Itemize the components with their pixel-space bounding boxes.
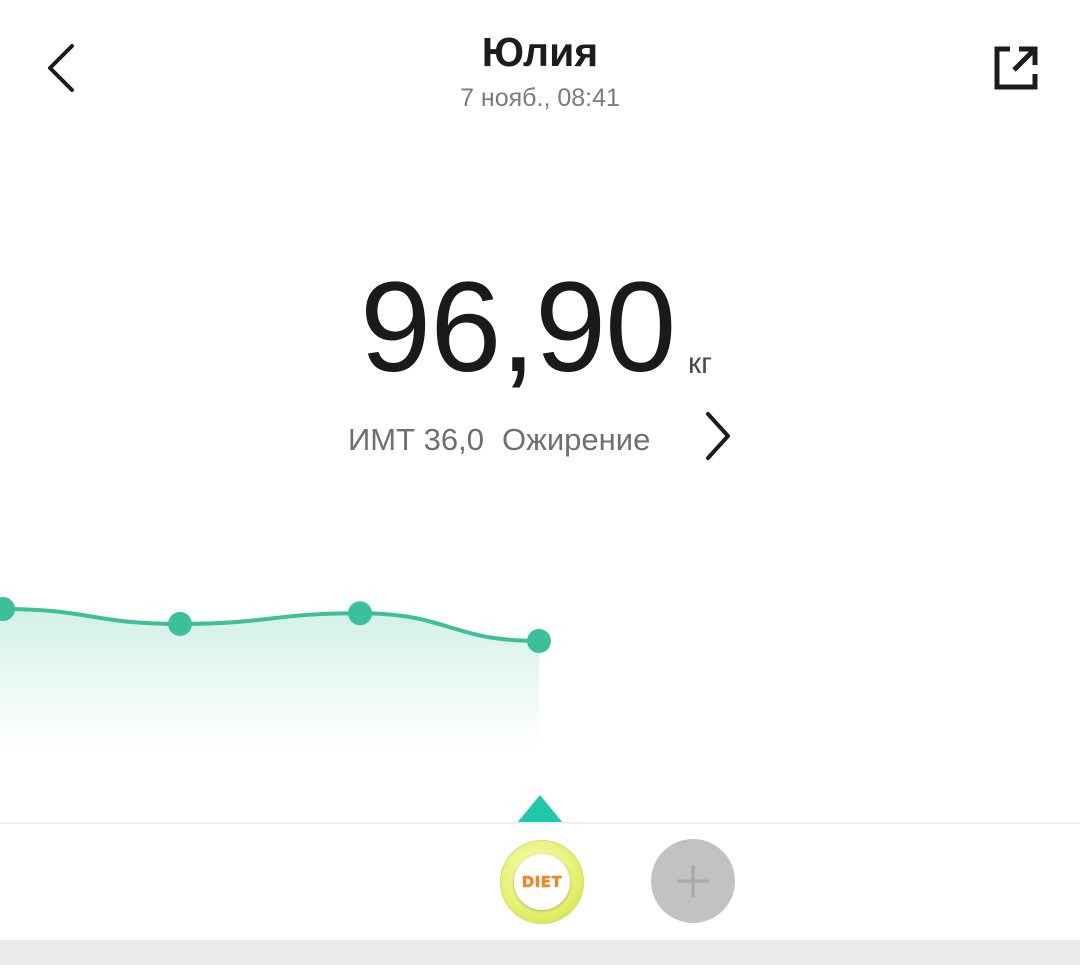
add-button[interactable] (651, 839, 735, 923)
header: Юлия 7 нояб., 08:41 (0, 0, 1080, 130)
diet-plate: DIET (514, 854, 570, 910)
page-title: Юлия (481, 29, 599, 75)
chevron-right-icon[interactable] (696, 408, 740, 470)
diet-logo: DIET (521, 873, 563, 891)
bmi-text: ИМТ 36,0 Ожирение (348, 418, 650, 462)
plus-icon (677, 865, 709, 897)
bmi-value: ИМТ 36,0 (348, 422, 484, 457)
data-point[interactable] (527, 629, 551, 653)
share-button[interactable] (982, 34, 1050, 102)
weight-display: 96,90 кг (0, 258, 1080, 398)
weight-unit: кг (688, 347, 713, 380)
diet-button[interactable]: DIET (500, 840, 584, 924)
data-point[interactable] (168, 611, 192, 636)
external-link-icon (994, 46, 1038, 90)
weight-trend-chart (0, 597, 551, 750)
system-nav-strip (0, 940, 1080, 965)
weight-value: 96,90 (360, 256, 676, 399)
measurement-timestamp: 7 нояб., 08:41 (460, 84, 620, 112)
bmi-row[interactable]: ИМТ 36,0 Ожирение (0, 412, 1080, 462)
data-point[interactable] (348, 601, 372, 626)
bmi-status: Ожирение (502, 422, 651, 457)
selected-point-indicator (517, 795, 563, 823)
